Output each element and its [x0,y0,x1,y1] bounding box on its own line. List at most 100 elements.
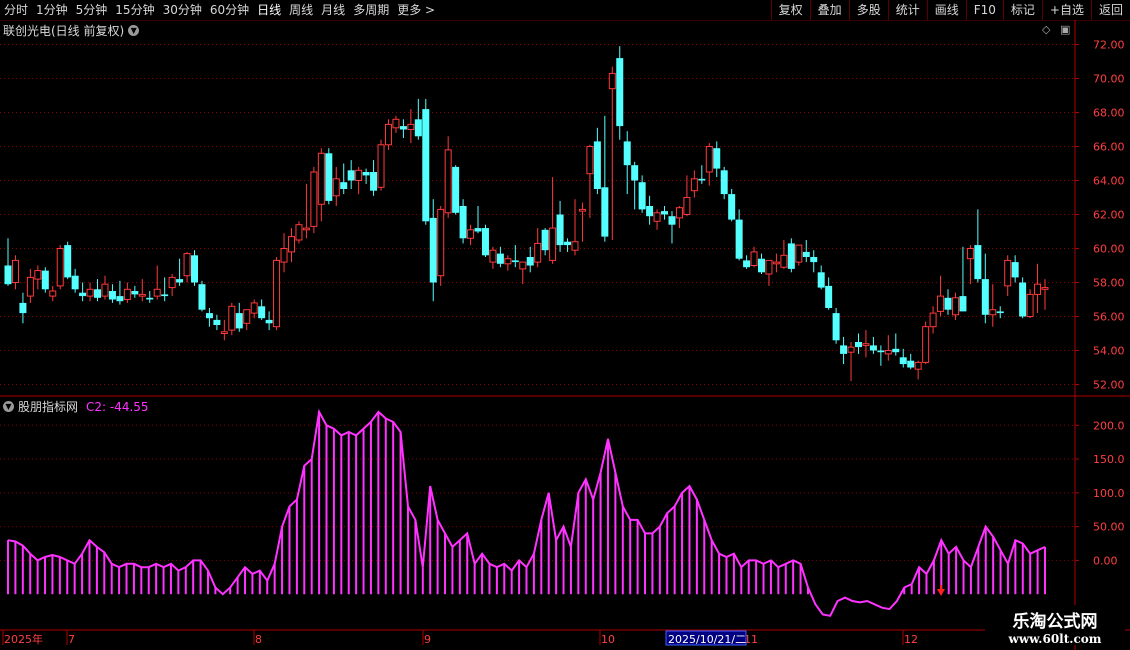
price-tick-label: 66.00 [1093,141,1125,154]
candle-body [146,297,154,300]
candle-body [94,289,102,298]
candle-body [750,251,758,266]
chart-canvas[interactable]: 72.0070.0068.0066.0064.0062.0060.0058.00… [0,0,1130,650]
candle-body [1026,293,1034,317]
candle-body [1041,287,1049,290]
x-axis-label: 12 [904,633,918,646]
price-tick-label: 52.00 [1093,379,1125,392]
candle-body [250,302,258,314]
candle-body [787,243,795,269]
candle-body [728,194,736,220]
candle-body [49,290,57,297]
candle-body [56,248,64,287]
candle-body [399,126,407,130]
candle-body [526,257,534,266]
candle-body [1011,262,1019,278]
candle-body [131,291,139,295]
candle-body [862,343,870,346]
candle-body [295,224,303,241]
candle-body [735,219,743,259]
candle-body [467,229,475,239]
candle-body [504,258,512,265]
candle-body [892,348,900,353]
watermark: 乐淘公式网 www.60lt.com [985,607,1125,646]
candle-body [280,248,288,263]
candle-body [854,342,862,348]
candle-body [86,288,94,297]
candle-body [675,207,683,219]
price-tick-label: 72.00 [1093,39,1125,52]
indicator-tick-label: 200.0 [1093,419,1125,432]
candle-body [616,58,624,127]
candle-body [884,350,892,355]
candle-body [101,283,109,297]
candle-body [489,249,497,263]
candle-body [519,261,527,270]
candle-body [780,254,788,268]
candle-body [11,259,19,283]
candle-body [795,244,803,263]
candle-body [802,251,810,257]
candle-body [481,228,489,256]
candle-body [974,245,982,280]
candle-body [496,253,504,264]
candle-body [258,306,266,319]
watermark-title: 乐淘公式网 [1012,612,1098,632]
candle-body [273,259,281,328]
candle-body [810,257,818,263]
candle-body [817,272,825,288]
candle-body [228,305,236,331]
candle-body [176,279,184,283]
indicator-tick-label: 0.00 [1093,554,1118,567]
candle-body [713,148,721,169]
candle-body [235,313,243,329]
candle-body [79,292,87,297]
candle-body [541,229,549,251]
candle-body [832,313,840,341]
candle-body [698,178,706,181]
candle-body [302,227,310,231]
candle-body [534,242,542,263]
candle-body [183,253,191,277]
candle-body [690,178,698,192]
candle-body [332,178,340,197]
candle-body [989,309,997,316]
candle-body [929,312,937,328]
candle-body [429,217,437,283]
candle-body [414,119,422,137]
candle-body [825,285,833,308]
candle-body [877,350,885,353]
candle-body [772,261,780,265]
candle-body [981,279,989,315]
candle-body [899,357,907,365]
price-tick-label: 58.00 [1093,277,1125,290]
candle-body [631,165,639,181]
candle-body [310,171,318,227]
candle-body [71,275,79,290]
price-tick-label: 62.00 [1093,209,1125,222]
candle-body [355,169,363,182]
candle-body [1034,283,1042,295]
x-axis-label: 2025年 [4,632,43,646]
candle-body [325,153,333,201]
candle-body [578,208,586,212]
candle-body [586,146,594,175]
candle-body [966,248,974,260]
candle-body [937,295,945,312]
candle-body [840,345,848,354]
candle-body [153,288,161,297]
candle-body [668,216,676,225]
candle-body [340,182,348,189]
candle-body [384,123,392,146]
candle-body [161,294,169,297]
candle-body [108,291,116,300]
candle-body [191,255,199,283]
price-tick-label: 60.00 [1093,243,1125,256]
candle-body [265,319,273,324]
candle-body [34,270,42,280]
candle-body [653,212,661,222]
cursor-date-label: 2025/10/21/二 [668,633,746,646]
candle-body [437,208,445,277]
candle-body [646,206,654,217]
candle-body [959,296,967,312]
